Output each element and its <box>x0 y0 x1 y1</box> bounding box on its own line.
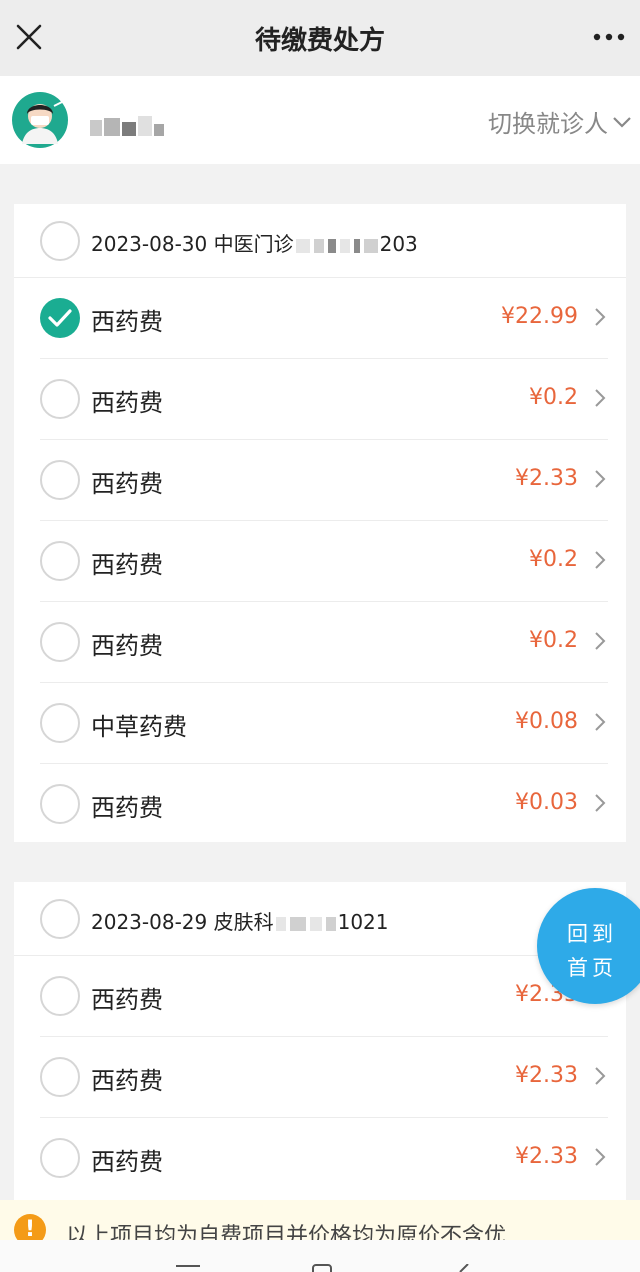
notice-bar: ! 以上项目均为自费项目并价格均为原价不含优 <box>0 1200 640 1240</box>
fee-price: ¥0.2 <box>529 385 578 410</box>
fee-label: 西药费 <box>91 986 163 1014</box>
page-title: 待缴费处方 <box>254 26 385 56</box>
warning-icon: ! <box>14 1214 46 1240</box>
patient-name-redacted <box>90 116 170 140</box>
chevron-right-icon <box>595 1067 606 1085</box>
fee-price: ¥0.03 <box>515 790 578 815</box>
fee-row[interactable]: 西药费 ¥0.2 <box>14 359 626 440</box>
chevron-right-icon <box>595 551 606 569</box>
home-button-line2: 首页 <box>567 956 617 980</box>
radio[interactable] <box>40 703 80 743</box>
fee-label: 西药费 <box>91 632 163 660</box>
checked-radio[interactable] <box>40 298 80 338</box>
prescription-header[interactable]: 2023-08-29 皮肤科 1021 <box>14 882 626 956</box>
fee-label: 西药费 <box>91 551 163 579</box>
fee-row[interactable]: 西药费 ¥2.33 <box>14 1118 626 1199</box>
system-nav-bar <box>0 1240 640 1272</box>
fee-price: ¥22.99 <box>501 304 578 329</box>
fee-price: ¥2.33 <box>515 466 578 491</box>
prescription-header[interactable]: 2023-08-30 中医门诊 203 <box>14 204 626 278</box>
fee-row[interactable]: 西药费 ¥2.33 <box>14 440 626 521</box>
title-bar: 待缴费处方 <box>0 0 640 76</box>
fee-row[interactable]: 西药费 ¥0.2 <box>14 521 626 602</box>
patient-bar: 切换就诊人 <box>0 76 640 164</box>
radio[interactable] <box>40 541 80 581</box>
radio[interactable] <box>40 622 80 662</box>
fee-row[interactable]: 西药费 ¥22.99 <box>14 278 626 359</box>
check-icon <box>48 309 72 327</box>
fee-label: 西药费 <box>91 1067 163 1095</box>
home-icon[interactable] <box>312 1264 332 1272</box>
fee-row[interactable]: 西药费 ¥0.03 <box>14 764 626 845</box>
radio[interactable] <box>40 976 80 1016</box>
fee-price: ¥0.2 <box>529 628 578 653</box>
switch-patient-button[interactable]: 切换就诊人 <box>488 104 632 139</box>
fee-row[interactable]: 西药费 ¥2.33 <box>14 956 626 1037</box>
radio[interactable] <box>40 784 80 824</box>
chevron-right-icon <box>595 713 606 731</box>
select-all-radio[interactable] <box>40 221 80 261</box>
switch-patient-label: 切换就诊人 <box>488 110 608 138</box>
home-button-line1: 回到 <box>567 922 617 946</box>
fee-price: ¥0.2 <box>529 547 578 572</box>
radio[interactable] <box>40 460 80 500</box>
chevron-down-icon <box>613 116 631 128</box>
fee-label: 中草药费 <box>91 713 187 741</box>
more-icon[interactable] <box>592 26 626 48</box>
prescription-card: 2023-08-29 皮肤科 1021 西药费 ¥2.33 西药费 ¥2.33 西… <box>14 882 626 1200</box>
fee-row[interactable]: 西药费 ¥2.33 <box>14 1037 626 1118</box>
menu-icon[interactable] <box>176 1264 200 1272</box>
prescription-info: 2023-08-30 中医门诊 203 <box>91 232 418 256</box>
radio[interactable] <box>40 1057 80 1097</box>
fee-price: ¥2.33 <box>515 1063 578 1088</box>
radio[interactable] <box>40 1138 80 1178</box>
back-icon[interactable] <box>456 1264 470 1272</box>
radio[interactable] <box>40 379 80 419</box>
select-all-radio[interactable] <box>40 899 80 939</box>
chevron-right-icon <box>595 794 606 812</box>
chevron-right-icon <box>595 1148 606 1166</box>
avatar <box>12 92 68 148</box>
fee-label: 西药费 <box>91 794 163 822</box>
chevron-right-icon <box>595 632 606 650</box>
fee-row[interactable]: 中草药费 ¥0.08 <box>14 683 626 764</box>
fee-label: 西药费 <box>91 389 163 417</box>
chevron-right-icon <box>595 389 606 407</box>
notice-text: 以上项目均为自费项目并价格均为原价不含优 <box>66 1224 507 1240</box>
fee-row[interactable]: 西药费 ¥0.2 <box>14 602 626 683</box>
fee-label: 西药费 <box>91 470 163 498</box>
chevron-right-icon <box>595 470 606 488</box>
prescription-info: 2023-08-29 皮肤科 1021 <box>91 910 389 934</box>
fee-label: 西药费 <box>91 1148 163 1176</box>
chevron-right-icon <box>595 308 606 326</box>
fee-label: 西药费 <box>91 308 163 336</box>
fee-price: ¥0.08 <box>515 709 578 734</box>
fee-price: ¥2.33 <box>515 1144 578 1169</box>
prescription-card: 2023-08-30 中医门诊 203 西药费 ¥22.99 西药费 ¥0.2 西… <box>14 204 626 842</box>
